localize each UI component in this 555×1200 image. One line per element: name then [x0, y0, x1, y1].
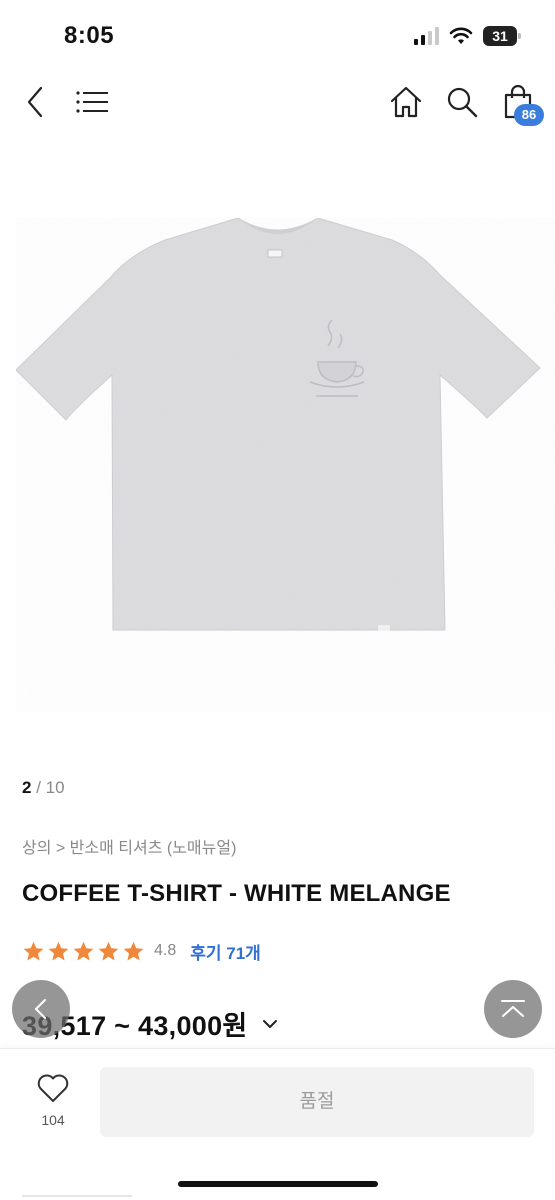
star-rating [22, 940, 145, 963]
scroll-top-icon [501, 1000, 525, 1017]
home-indicator [178, 1181, 378, 1187]
breadcrumb[interactable]: 상의 > 반소매 티셔츠 (노매뉴얼) [22, 834, 236, 858]
like-count: 104 [41, 1112, 65, 1128]
cart-count-badge: 86 [514, 104, 544, 126]
star-icon [123, 941, 144, 961]
chevron-left-icon [27, 86, 43, 118]
floating-back-button[interactable] [12, 980, 70, 1038]
pager-total: / 10 [36, 778, 65, 797]
product-image[interactable] [0, 150, 555, 760]
top-navigation [0, 78, 555, 128]
divider [22, 1195, 132, 1197]
home-button[interactable] [388, 78, 424, 126]
product-title: COFFEE T-SHIRT - WHITE MELANGE [22, 880, 451, 907]
image-pager: 2 / 10 [22, 778, 65, 798]
tshirt-image [15, 217, 541, 631]
star-icon [48, 941, 69, 961]
home-icon [390, 86, 422, 118]
hamburger-menu-icon [76, 91, 108, 113]
star-icon [73, 941, 94, 961]
star-icon [23, 941, 44, 961]
battery-indicator: 31 [483, 26, 521, 46]
soldout-button[interactable]: 품절 [100, 1067, 534, 1137]
rating-row: 4.8 후기 71개 [22, 938, 261, 964]
pager-current: 2 [22, 778, 32, 797]
search-icon [447, 87, 478, 118]
search-button[interactable] [444, 78, 480, 126]
scroll-to-top-button[interactable] [484, 980, 542, 1038]
chevron-left-icon [35, 999, 46, 1019]
like-button[interactable]: 104 [22, 1073, 84, 1128]
menu-button[interactable] [74, 78, 110, 126]
rating-score: 4.8 [154, 942, 177, 959]
heart-icon [37, 1074, 69, 1102]
reviews-link[interactable]: 후기 71개 [190, 939, 261, 964]
bottom-action-bar: 104 품절 [0, 1048, 555, 1200]
star-icon [98, 941, 119, 961]
wifi-icon [449, 27, 473, 44]
status-icons: 31 [414, 26, 521, 46]
cellular-signal-icon [414, 27, 439, 45]
status-bar: 8:05 31 [0, 0, 555, 70]
back-button[interactable] [20, 78, 50, 126]
status-time: 8:05 [64, 22, 115, 49]
chevron-down-icon [262, 1019, 277, 1028]
